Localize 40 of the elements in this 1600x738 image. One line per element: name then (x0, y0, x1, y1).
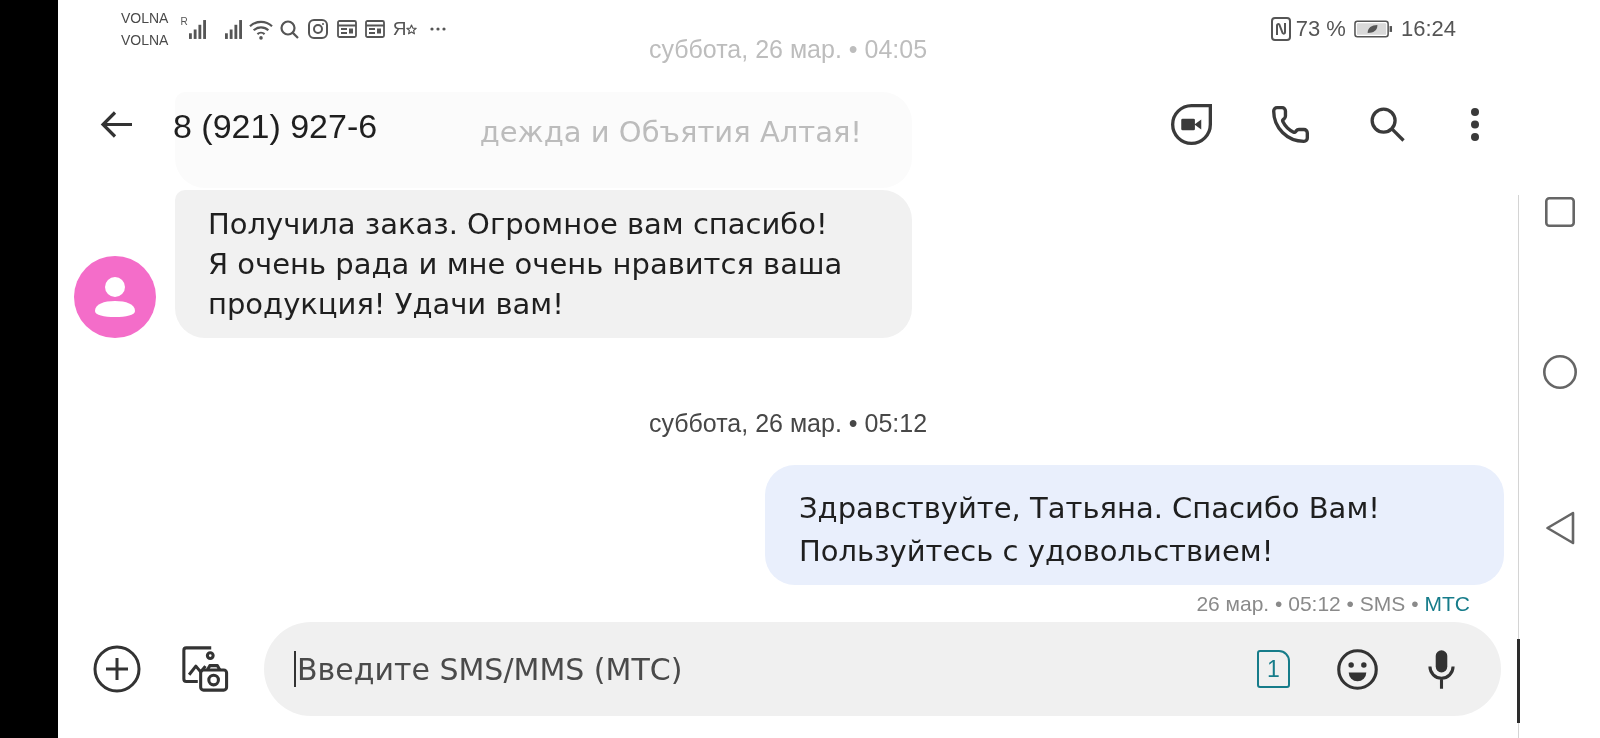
phone-icon[interactable] (1272, 105, 1309, 143)
microphone-icon[interactable] (1428, 648, 1455, 690)
text-cursor (294, 651, 296, 687)
clock-time: 16:24 (1400, 16, 1456, 42)
wifi-icon (247, 18, 274, 40)
message-bubble: Получила заказ. Огромное вам спасибо! Я очень рада и мне очень нравится ваша продукция! Удачи вам! (175, 190, 912, 338)
search-icon (279, 19, 299, 39)
star-icon (406, 23, 418, 35)
roaming-label: R (180, 15, 188, 27)
carrier-name: VOLNA (121, 9, 169, 28)
message-field[interactable]: Введите SMS/MMS (МТС) 1 (264, 622, 1501, 716)
back-arrow-icon[interactable] (99, 109, 133, 139)
square-icon[interactable] (1544, 197, 1575, 227)
battery-percent: 73 % (1295, 16, 1346, 42)
date-label: суббота, 26 мар. • 04:05 (648, 35, 928, 63)
signal-icon (224, 19, 242, 39)
emoji-icon[interactable] (1337, 648, 1378, 690)
circle-icon[interactable] (1542, 355, 1577, 389)
carrier-label: МТС (1424, 591, 1470, 617)
carrier-name: VOLNA (121, 31, 169, 50)
contact-title: 8 (921) 927-6 (173, 105, 378, 146)
battery-icon (1353, 20, 1393, 38)
camera-icon (307, 19, 328, 39)
message-bubble: Здравствуйте, Татьяна. Спасибо Вам! Пользуйтесь с удовольствием! (765, 465, 1504, 585)
nfc-icon (1270, 17, 1291, 41)
signal-icon (188, 19, 206, 39)
more-options-icon[interactable] (1471, 107, 1479, 141)
add-icon[interactable] (93, 645, 141, 693)
video-call-icon[interactable] (1171, 103, 1212, 145)
gallery-camera-icon[interactable] (180, 645, 229, 693)
date-label: суббота, 26 мар. • 05:12 (648, 409, 928, 437)
newspaper-icon (364, 20, 385, 38)
triangle-icon[interactable] (1544, 511, 1575, 545)
message-input[interactable]: Введите SMS/MMS (МТС) (296, 647, 1257, 691)
sim-button[interactable]: 1 (1257, 650, 1290, 688)
newspaper-icon (336, 20, 357, 38)
search-icon[interactable] (1370, 106, 1405, 142)
ellipsis-icon (429, 27, 448, 31)
app-letter: Я (392, 18, 407, 40)
delivery-status: 26 мар. • 05:12 • SMS • (1196, 591, 1419, 617)
